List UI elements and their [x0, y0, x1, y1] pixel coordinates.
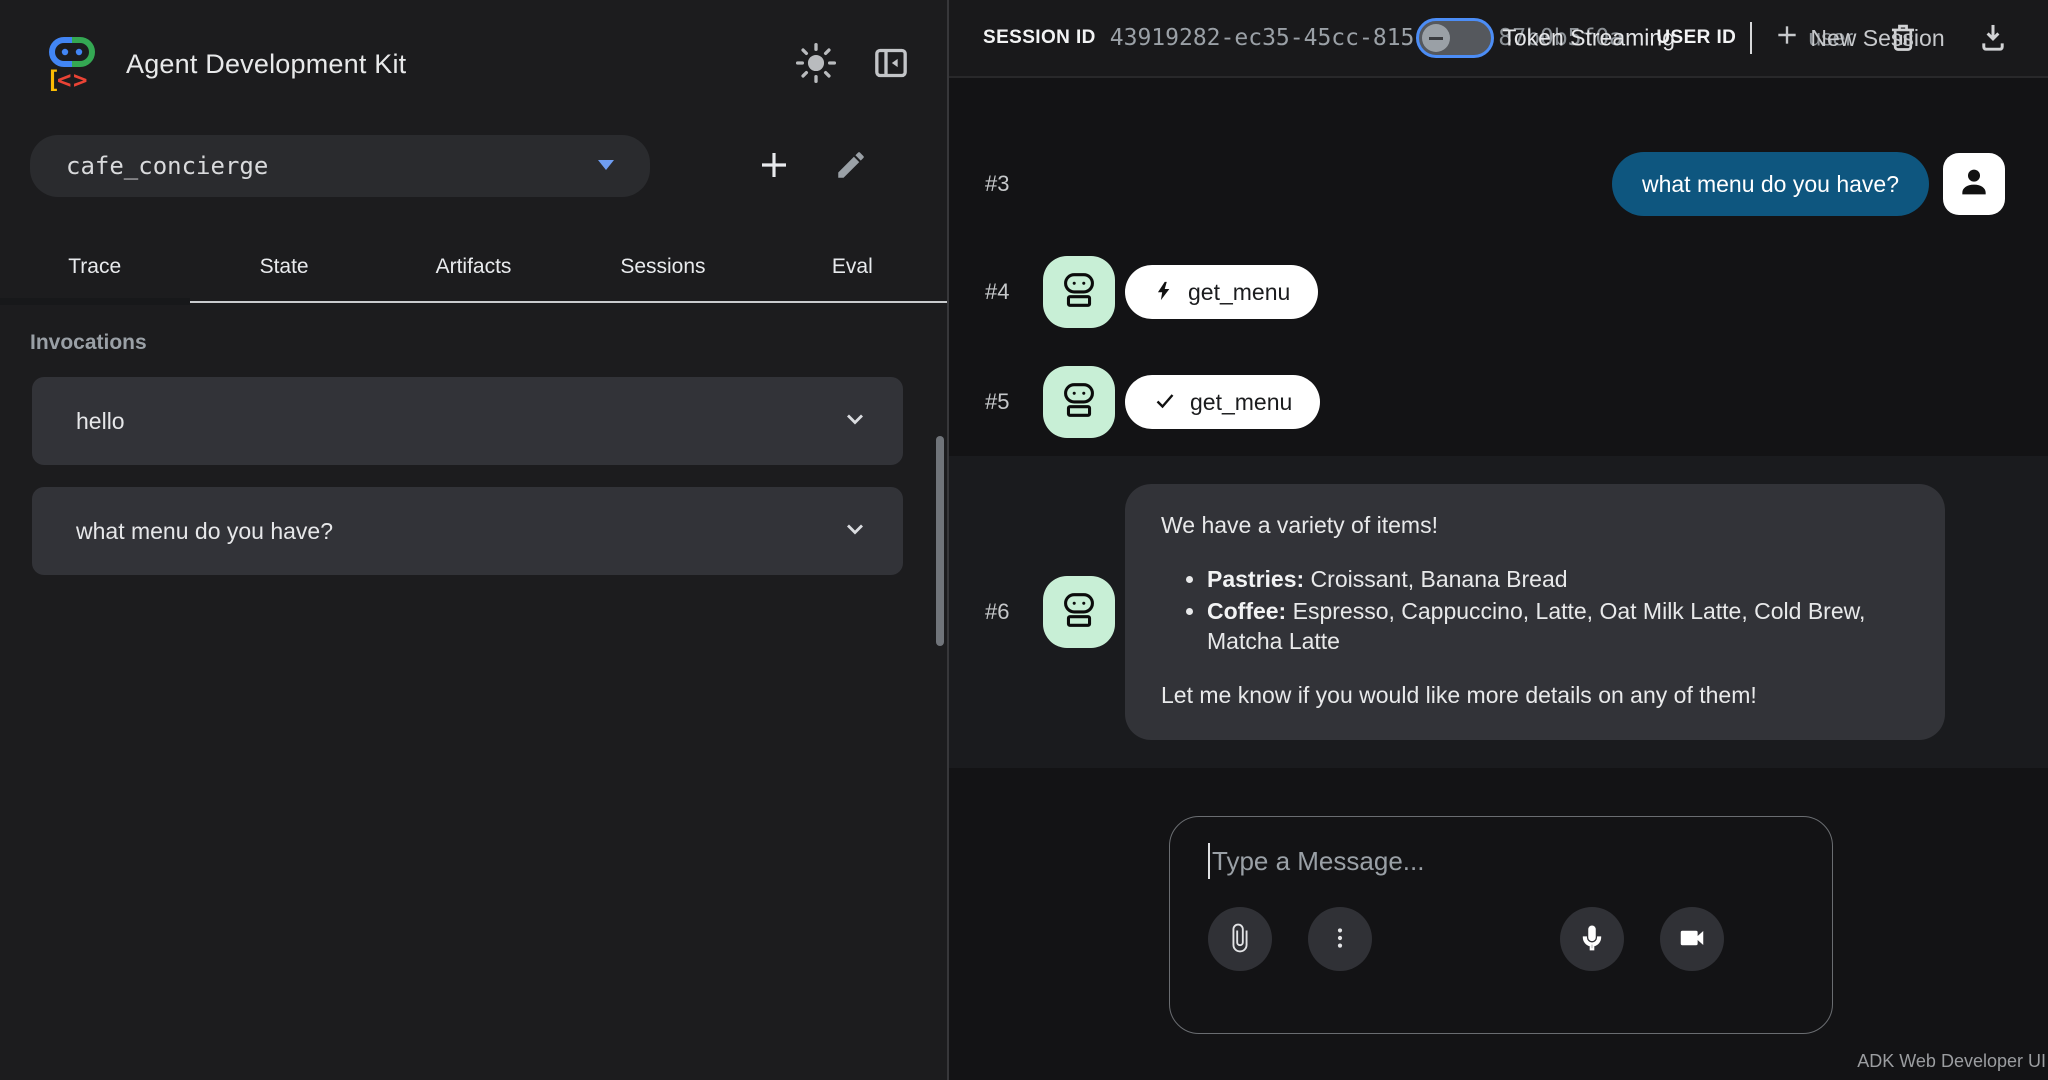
tab-artifacts[interactable]: Artifacts [379, 237, 568, 301]
message-id: #6 [985, 599, 1043, 625]
text-caret [1750, 22, 1752, 54]
left-header: [ < > Agent Development Kit [0, 0, 947, 99]
attach-file-button[interactable] [1208, 907, 1272, 971]
bot-message-outro: Let me know if you would like more detai… [1161, 680, 1909, 710]
message-id: #4 [985, 279, 1043, 305]
scrollbar-thumb[interactable] [936, 436, 944, 646]
svg-text:>: > [73, 66, 87, 94]
token-streaming-label: Token Streaming [1502, 25, 1675, 52]
theme-toggle-button[interactable] [789, 36, 843, 93]
message-input[interactable] [1210, 846, 1767, 877]
tab-sessions[interactable]: Sessions [568, 237, 757, 301]
chevron-down-icon [841, 405, 869, 438]
message-composer [1169, 816, 1833, 1034]
adk-logo-icon: [ < > [40, 30, 104, 99]
edit-agent-button[interactable] [828, 142, 874, 191]
agent-select-value: cafe_concierge [66, 152, 598, 180]
session-id-value: 43919282-ec35-45cc-815 [1110, 25, 1415, 51]
message-row-user: #3 what menu do you have? [949, 152, 2048, 216]
user-message-bubble: what menu do you have? [1612, 152, 1929, 216]
message-id: #5 [985, 389, 1043, 415]
videocam-icon [1677, 923, 1707, 956]
session-bar-overlap-zone: 87b0b5f0a user Token Streaming USER ID N… [1416, 13, 1866, 63]
dropdown-arrow-icon [598, 157, 614, 175]
bot-avatar [1043, 576, 1115, 648]
plus-icon [1774, 22, 1800, 54]
more-options-button[interactable] [1308, 907, 1372, 971]
tab-state[interactable]: State [189, 237, 378, 301]
agent-row: cafe_concierge [30, 135, 947, 197]
chat-panel: SESSION ID 43919282-ec35-45cc-815 87b0b5… [949, 0, 2048, 1080]
menu-list: Pastries: Croissant, Banana Bread Coffee… [1161, 564, 1909, 656]
bolt-icon [1153, 279, 1175, 306]
tool-name: get_menu [1190, 389, 1292, 416]
invocations-heading: Invocations [30, 331, 947, 355]
tab-eval[interactable]: Eval [758, 237, 947, 301]
token-streaming-toggle[interactable] [1416, 18, 1494, 58]
sun-icon [795, 42, 837, 87]
active-tab-indicator [0, 298, 190, 305]
tool-result-chip[interactable]: get_menu [1125, 375, 1320, 429]
plus-icon [756, 147, 792, 186]
message-row-highlight-band: #6 We have a variety of items! [949, 456, 2048, 768]
add-session-button[interactable] [750, 141, 798, 192]
message-row-bot: #6 We have a variety of items! [949, 484, 2048, 740]
session-bar: SESSION ID 43919282-ec35-45cc-815 87b0b5… [949, 0, 2048, 78]
invocation-label: what menu do you have? [76, 518, 841, 545]
message-id: #3 [985, 171, 1043, 197]
invocation-label: hello [76, 408, 841, 435]
app-title: Agent Development Kit [126, 49, 406, 80]
download-icon [1976, 20, 2010, 57]
message-row-tool-result: #5 get_menu [949, 366, 2048, 438]
bot-avatar [1043, 366, 1115, 438]
pencil-icon [834, 148, 868, 185]
session-id-label: SESSION ID [983, 27, 1096, 49]
tab-trace[interactable]: Trace [0, 237, 189, 301]
agent-select-dropdown[interactable]: cafe_concierge [30, 135, 650, 197]
tool-name: get_menu [1188, 279, 1290, 306]
menu-item-coffee: Coffee: Espresso, Cappuccino, Latte, Oat… [1207, 596, 1909, 656]
collapse-panel-icon [871, 43, 911, 86]
composer-input-row [1208, 843, 1794, 879]
toggle-thumb [1422, 24, 1450, 52]
bot-message-intro: We have a variety of items! [1161, 510, 1909, 540]
chevron-down-icon [841, 515, 869, 548]
svg-text:<: < [57, 66, 71, 94]
chat-area: #3 what menu do you have? #4 [949, 78, 2048, 1080]
bot-message-bubble: We have a variety of items! Pastries: Cr… [1125, 484, 1945, 740]
new-session-label: New Session [1810, 25, 1944, 52]
composer-buttons [1208, 907, 1794, 971]
bot-avatar [1043, 256, 1115, 328]
media-buttons [1560, 907, 1724, 971]
left-panel: [ < > Agent Development Kit [0, 0, 949, 1080]
robot-icon [1056, 587, 1102, 638]
new-session-button[interactable]: New Session [1768, 21, 1950, 55]
person-icon [1954, 162, 1994, 207]
user-message-text: what menu do you have? [1642, 171, 1899, 198]
message-row-tool-call: #4 get_menu [949, 256, 2048, 328]
footer-label: ADK Web Developer UI [1857, 1051, 2046, 1072]
more-vert-icon [1326, 924, 1354, 955]
invocation-item-hello[interactable]: hello [32, 377, 903, 465]
collapse-panel-button[interactable] [865, 37, 917, 92]
tool-call-chip[interactable]: get_menu [1125, 265, 1318, 319]
tab-bar: Trace State Artifacts Sessions Eval [0, 237, 947, 303]
menu-item-pastries: Pastries: Croissant, Banana Bread [1207, 564, 1909, 594]
microphone-icon [1577, 923, 1607, 956]
check-icon [1153, 389, 1177, 416]
user-id-label: USER ID [1656, 27, 1736, 49]
paperclip-icon [1225, 923, 1255, 956]
robot-icon [1056, 377, 1102, 428]
invocation-item-menu[interactable]: what menu do you have? [32, 487, 903, 575]
robot-icon [1056, 267, 1102, 318]
microphone-button[interactable] [1560, 907, 1624, 971]
video-button[interactable] [1660, 907, 1724, 971]
adk-web-ui: [ < > Agent Development Kit [0, 0, 2048, 1080]
user-avatar [1943, 153, 2005, 215]
export-session-button[interactable] [1970, 14, 2016, 63]
